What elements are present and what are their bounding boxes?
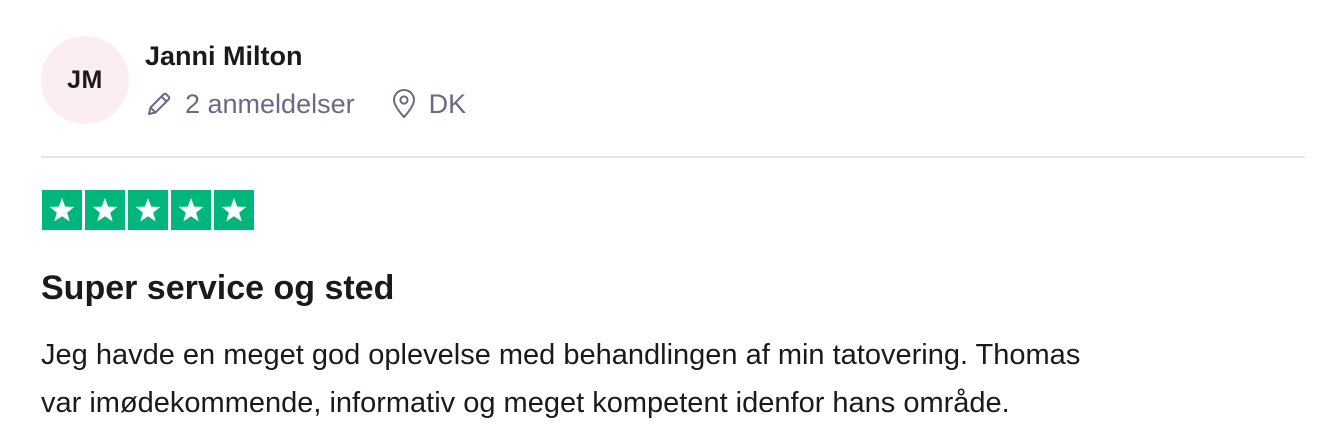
star-icon [171, 190, 211, 230]
reviewer-name[interactable]: Janni Milton [145, 40, 303, 72]
star-rating [42, 190, 254, 230]
star-icon [214, 190, 254, 230]
review-body: Jeg havde en meget god oplevelse med beh… [41, 331, 1291, 427]
star-icon [42, 190, 82, 230]
reviewer-meta: 2 anmeldelser DK [145, 86, 466, 122]
divider [41, 156, 1305, 158]
review-body-line: var imødekommende, informativ og meget k… [41, 387, 1010, 419]
location-pin-icon [391, 89, 417, 119]
star-icon [128, 190, 168, 230]
reviews-count-label: 2 anmeldelser [185, 89, 355, 119]
reviewer-location: DK [391, 86, 467, 122]
avatar[interactable]: JM [41, 36, 129, 124]
country-label: DK [428, 89, 467, 119]
star-icon [85, 190, 125, 230]
pencil-icon [145, 90, 173, 118]
review-card: JM Janni Milton 2 anmeldelser DK Super s… [0, 0, 1330, 446]
review-title[interactable]: Super service og sted [41, 266, 394, 310]
review-body-line: Jeg havde en meget god oplevelse med beh… [41, 339, 1081, 371]
reviews-count: 2 anmeldelser [145, 86, 355, 122]
